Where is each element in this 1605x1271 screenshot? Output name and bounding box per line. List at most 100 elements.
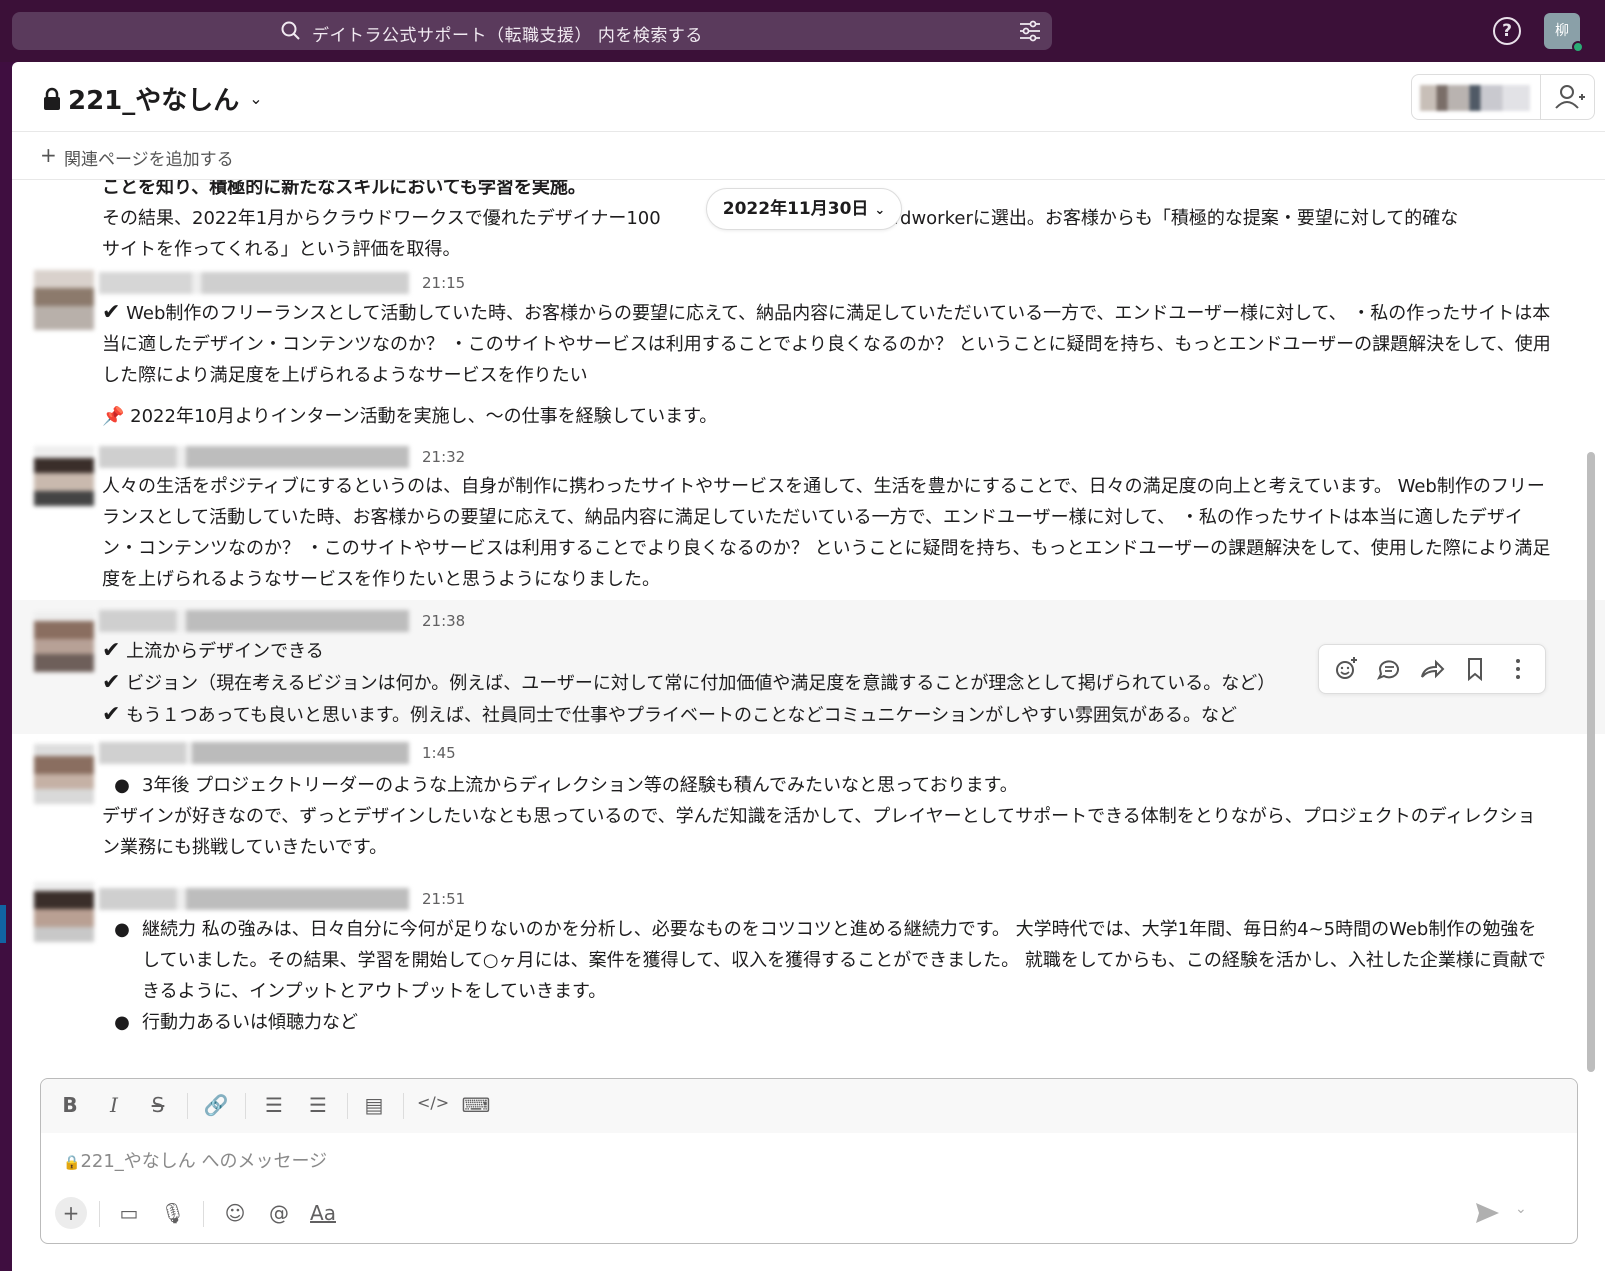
divider — [99, 1201, 100, 1227]
online-status-icon — [1572, 41, 1584, 53]
message: 21:32 人々の生活をポジティブにするというのは、自身が制作に携わったサイトや… — [12, 438, 1605, 590]
bullet-item-text: 行動力あるいは傾聴力など — [142, 1012, 358, 1033]
attach-plus-button[interactable]: + — [55, 1197, 87, 1229]
checklist-item-text: ビジョン（現在考えるビジョンは何か。例えば、ユーザーに対して常に付加価値や満足度… — [126, 673, 1276, 694]
date-divider-button[interactable]: 2022年11月30日 ⌄ — [706, 188, 902, 230]
reply-thread-icon[interactable] — [1374, 654, 1404, 684]
sender-name — [99, 272, 409, 294]
timestamp[interactable]: 21:32 — [422, 448, 465, 466]
share-forward-icon[interactable] — [1417, 654, 1447, 684]
strikethrough-icon[interactable]: S — [143, 1093, 173, 1119]
message-text: 人々の生活をポジティブにするというのは、自身が制作に携わったサイトやサービスを通… — [102, 476, 1551, 590]
message-text: ✔ Web制作のフリーランスとして活動していた時、お客様からの要望に応えて、納品… — [102, 297, 1552, 391]
top-bar: デイトラ公式サポート（転職支援） 内を検索する ? 柳 — [0, 0, 1605, 62]
bookmark-icon[interactable] — [1460, 654, 1490, 684]
lock-icon — [44, 87, 60, 110]
sender-name — [99, 446, 409, 468]
pushpin-icon: 📌 — [102, 406, 125, 427]
timestamp[interactable]: 21:38 — [422, 612, 465, 630]
member-avatars — [1420, 85, 1530, 111]
search-bar[interactable]: デイトラ公式サポート（転職支援） 内を検索する — [12, 12, 1052, 50]
message-text: 📌 2022年10月よりインターン活動を実施し、〜の仕事を経験しています。 — [102, 401, 1552, 432]
message-text: デザインが好きなので、ずっとデザインしたいなとも思っているので、学んだ知識を活か… — [102, 806, 1536, 858]
divider — [203, 1201, 204, 1227]
bold-icon[interactable]: B — [55, 1093, 85, 1119]
timestamp[interactable]: 21:15 — [422, 274, 465, 292]
sender-name — [99, 888, 409, 910]
avatar — [34, 270, 94, 330]
scrollbar[interactable] — [1587, 452, 1595, 1072]
code-block-icon[interactable]: ⌨ — [461, 1093, 491, 1119]
message-line-part: Crowdworkerに選出。お客様からも「積極的な提案・要望に対して的確な — [854, 208, 1459, 229]
add-bookmark-link[interactable]: 関連ページを追加する — [64, 145, 234, 170]
bullet-point-icon: ● — [114, 775, 130, 796]
avatar — [34, 744, 94, 804]
timestamp[interactable]: 21:51 — [422, 890, 465, 908]
plus-icon[interactable]: + — [40, 143, 57, 167]
message-composer[interactable]: B I S 🔗 ☰ ☰ ▤ </> ⌨ 🔒221_やなしん へのメッセージ + … — [40, 1078, 1578, 1244]
bullet-item: ● 行動力あるいは傾聴力など — [102, 1007, 1552, 1038]
message-line-part: その結果、2022年1月からクラウドワークスで優れたデザイナー100 — [102, 208, 661, 229]
check-mark-icon: ✔ — [102, 300, 121, 325]
message: 21:51 ● 継続力 私の強みは、日々自分に今何が足りないのかを分析し、必要なも… — [12, 880, 1605, 1060]
ordered-list-icon[interactable]: ☰ — [259, 1093, 289, 1119]
code-icon[interactable]: </> — [417, 1093, 449, 1119]
channel-name: 221_やなしん — [68, 86, 240, 116]
checklist-item-text: 上流からデザインできる — [126, 641, 324, 662]
emoji-icon[interactable]: ☺ — [219, 1197, 251, 1229]
filter-icon[interactable] — [1018, 20, 1042, 42]
help-icon[interactable]: ? — [1493, 17, 1521, 45]
bullet-item: ● 継続力 私の強みは、日々自分に今何が足りないのかを分析し、必要なものをコツコツ… — [102, 914, 1552, 1007]
check-mark-icon: ✔ — [102, 702, 121, 727]
divider — [245, 1093, 246, 1119]
add-member-button[interactable] — [1540, 75, 1596, 119]
message-input-placeholder[interactable]: 🔒221_やなしん へのメッセージ — [63, 1147, 327, 1173]
message-text-content: Web制作のフリーランスとして活動していた時、お客様からの要望に応えて、納品内容… — [102, 303, 1551, 386]
sidebar-active-marker — [0, 905, 6, 943]
add-reaction-icon[interactable] — [1331, 654, 1361, 684]
bullet-point-icon: ● — [114, 919, 130, 940]
members-button[interactable] — [1411, 74, 1595, 120]
message: 21:15 ✔ Web制作のフリーランスとして活動していた時、お客様からの要望に… — [12, 264, 1605, 427]
add-person-icon — [1555, 85, 1585, 109]
message-actions-toolbar — [1318, 644, 1546, 694]
check-mark-icon: ✔ — [102, 638, 121, 663]
bullet-item-text: 継続力 私の強みは、日々自分に今何が足りないのかを分析し、必要なものをコツコツと… — [142, 919, 1546, 1002]
avatar — [34, 612, 94, 672]
more-actions-icon[interactable] — [1503, 654, 1533, 684]
check-mark-icon: ✔ — [102, 670, 121, 695]
chevron-down-icon[interactable]: ⌄ — [1515, 1201, 1527, 1217]
checklist-item-text: もう１つあっても良いと思います。例えば、社員同士で仕事やプライベートのことなどコ… — [126, 705, 1237, 726]
checklist-item: ✔ もう１つあっても良いと思います。例えば、社員同士で仕事やプライベートのことな… — [102, 699, 1552, 731]
link-icon[interactable]: 🔗 — [201, 1093, 231, 1119]
bulleted-list-icon[interactable]: ☰ — [303, 1093, 333, 1119]
lock-icon: 🔒 — [63, 1155, 81, 1171]
avatar — [34, 882, 94, 942]
formatting-toggle-button[interactable]: Aa — [307, 1197, 339, 1229]
chevron-down-icon: ⌄ — [249, 89, 263, 108]
search-placeholder: デイトラ公式サポート（転職支援） 内を検索する — [312, 26, 703, 46]
sender-name — [99, 610, 409, 632]
avatar — [34, 446, 94, 506]
italic-icon[interactable]: I — [99, 1093, 129, 1119]
channel-panel: 221_やなしん ⌄ + 関連ページを追加する ことを知り、積極的に新たなスキル… — [12, 62, 1605, 1271]
date-divider-label: 2022年11月30日 — [722, 199, 869, 219]
message-line: サイトを作ってくれる」という評価を取得。 — [102, 239, 461, 260]
message-input-placeholder-text: 221_やなしん へのメッセージ — [80, 1151, 328, 1172]
blockquote-icon[interactable]: ▤ — [359, 1093, 389, 1119]
mention-icon[interactable]: @ — [263, 1197, 295, 1229]
send-icon[interactable] — [1471, 1197, 1503, 1229]
video-clip-icon[interactable]: ▭ — [113, 1197, 145, 1229]
message-list: ことを知り、積極的に新たなスキルにおいても学習を実施。 その結果、2022年1月… — [12, 180, 1605, 1120]
channel-title-button[interactable]: 221_やなしん ⌄ — [42, 80, 263, 117]
message: 1:45 ● 3年後 プロジェクトリーダーのような上流からディレクション等の経験も… — [12, 738, 1605, 868]
message-text-content: 2022年10月よりインターン活動を実施し、〜の仕事を経験しています。 — [130, 406, 718, 427]
sender-name — [99, 742, 409, 764]
format-toolbar: B I S 🔗 ☰ ☰ ▤ </> ⌨ — [41, 1079, 1577, 1133]
bookmarks-bar: + 関連ページを追加する — [12, 132, 1605, 180]
timestamp[interactable]: 1:45 — [422, 744, 456, 762]
sidebar-edge — [0, 62, 12, 1271]
microphone-icon[interactable]: 🎙 — [157, 1197, 189, 1229]
bullet-item-text: 3年後 プロジェクトリーダーのような上流からディレクション等の経験も積んでみたい… — [142, 775, 1018, 796]
divider — [187, 1093, 188, 1119]
